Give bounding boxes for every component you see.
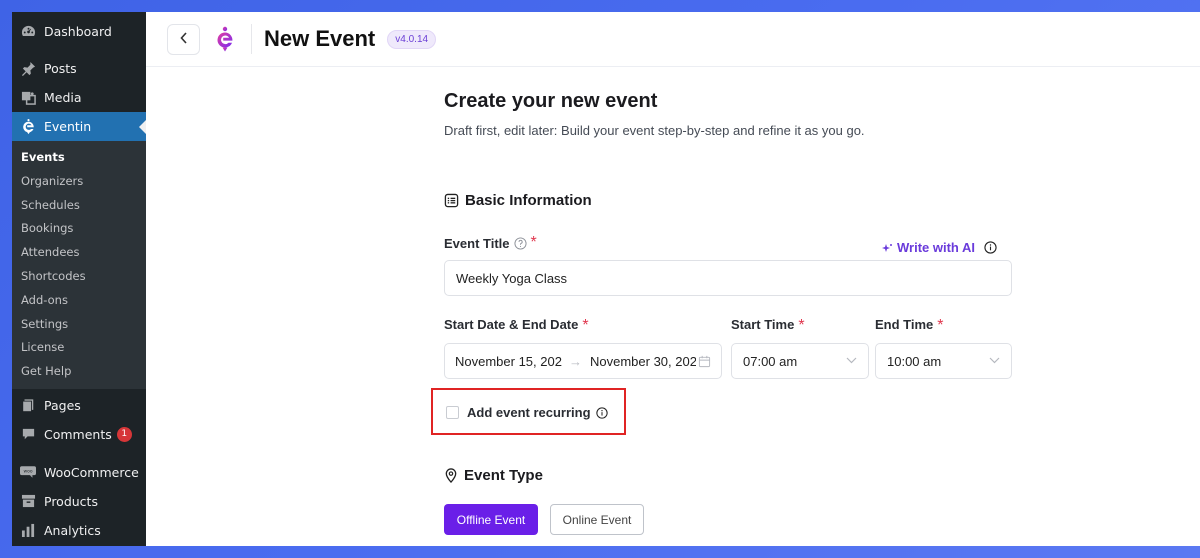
basic-information-section-title: Basic Information xyxy=(444,192,592,209)
required-mark: * xyxy=(530,234,537,251)
comments-count-badge: 1 xyxy=(116,426,132,442)
submenu-item-settings[interactable]: Settings xyxy=(12,313,146,337)
date-label-row: Start Date & End Date * xyxy=(444,317,589,335)
eventin-submenu: Events Organizers Schedules Bookings Att… xyxy=(12,141,146,389)
header-divider xyxy=(251,24,252,54)
sidebar-item-label: Dashboard xyxy=(44,23,112,39)
sidebar-item-dashboard[interactable]: Dashboard xyxy=(12,17,146,45)
form-heading: Create your new event xyxy=(444,90,658,112)
chevron-down-icon xyxy=(846,355,857,367)
sidebar-item-analytics[interactable]: Analytics xyxy=(12,516,146,545)
section-title-text: Event Type xyxy=(464,467,543,484)
event-title-label-row: Event Title * xyxy=(444,234,537,252)
sidebar-item-eventin[interactable]: Eventin xyxy=(12,112,146,141)
event-title-label: Event Title xyxy=(444,235,510,251)
eventin-logo-icon xyxy=(212,24,238,54)
submenu-item-events[interactable]: Events xyxy=(12,146,146,170)
submenu-item-bookings[interactable]: Bookings xyxy=(12,217,146,241)
end-date-value[interactable]: November 30, 202 xyxy=(590,354,696,369)
calendar-icon[interactable] xyxy=(698,355,711,368)
sidebar-item-label: Analytics xyxy=(44,522,101,538)
event-type-section-title: Event Type xyxy=(444,467,543,484)
list-icon xyxy=(444,193,459,208)
date-range-picker[interactable]: November 15, 202 → November 30, 202 xyxy=(444,343,722,379)
media-icon xyxy=(19,89,37,107)
sidebar-item-posts[interactable]: Posts xyxy=(12,54,146,83)
sidebar-item-label: Eventin xyxy=(44,119,92,134)
event-type-buttons: Offline Event Online Event xyxy=(444,504,644,535)
end-time-value: 10:00 am xyxy=(887,353,942,369)
write-with-ai-label: Write with AI xyxy=(897,240,975,255)
sidebar-item-label: Products xyxy=(44,493,98,509)
location-pin-icon xyxy=(444,468,458,483)
event-title-value: Weekly Yoga Class xyxy=(456,270,568,286)
sidebar-item-label: Pages xyxy=(44,397,81,413)
start-time-value: 07:00 am xyxy=(743,353,798,369)
end-time-select[interactable]: 10:00 am xyxy=(875,343,1012,379)
date-range-arrow: → xyxy=(569,353,582,369)
form-subtitle: Draft first, edit later: Build your even… xyxy=(444,123,865,138)
sidebar-item-comments[interactable]: Comments 1 xyxy=(12,420,146,449)
write-with-ai-link[interactable]: Write with AI xyxy=(882,240,997,255)
analytics-icon xyxy=(19,521,37,539)
admin-sidebar: Dashboard Posts Media Eventin Events Org… xyxy=(12,12,146,546)
dashboard-icon xyxy=(19,22,37,40)
offline-event-button[interactable]: Offline Event xyxy=(444,504,538,535)
sidebar-item-label: Media xyxy=(44,90,82,105)
sidebar-item-woocommerce[interactable]: woo WooCommerce xyxy=(12,458,146,487)
start-time-select[interactable]: 07:00 am xyxy=(731,343,869,379)
submenu-item-schedules[interactable]: Schedules xyxy=(12,194,146,218)
end-time-label: End Time xyxy=(875,317,934,332)
header-bar: New Event v4.0.14 xyxy=(146,12,1200,67)
sidebar-item-label: Comments xyxy=(44,426,112,442)
sidebar-item-pages[interactable]: Pages xyxy=(12,391,146,420)
section-title-text: Basic Information xyxy=(465,192,592,209)
start-time-label: Start Time xyxy=(731,317,795,332)
sidebar-item-label: Posts xyxy=(44,61,77,76)
submenu-item-get-help[interactable]: Get Help xyxy=(12,360,146,384)
woocommerce-icon: woo xyxy=(19,463,37,481)
online-event-button[interactable]: Online Event xyxy=(550,504,644,535)
chevron-left-icon xyxy=(179,31,188,47)
submenu-item-shortcodes[interactable]: Shortcodes xyxy=(12,265,146,289)
event-title-input[interactable]: Weekly Yoga Class xyxy=(444,260,1012,296)
version-badge: v4.0.14 xyxy=(387,29,437,49)
submenu-item-attendees[interactable]: Attendees xyxy=(12,241,146,265)
main-content: New Event v4.0.14 Create your new event … xyxy=(146,12,1200,546)
required-mark: * xyxy=(937,317,944,334)
sidebar-item-media[interactable]: Media xyxy=(12,83,146,112)
sparkle-icon xyxy=(882,243,892,253)
comments-icon xyxy=(19,425,37,443)
start-date-value[interactable]: November 15, 202 xyxy=(455,354,563,369)
submenu-item-organizers[interactable]: Organizers xyxy=(12,170,146,194)
app-window: Dashboard Posts Media Eventin Events Org… xyxy=(12,12,1200,546)
sidebar-item-products[interactable]: Products xyxy=(12,487,146,516)
date-range-label: Start Date & End Date xyxy=(444,317,579,332)
sidebar-item-label: WooCommerce xyxy=(44,464,139,480)
products-icon xyxy=(19,492,37,510)
pin-icon xyxy=(19,60,37,78)
info-icon[interactable] xyxy=(984,241,997,254)
start-time-label-row: Start Time * xyxy=(731,317,805,335)
create-event-form: Create your new event Draft first, edit … xyxy=(444,90,1014,535)
submenu-item-license[interactable]: License xyxy=(12,336,146,360)
page-title: New Event xyxy=(264,26,376,51)
back-button[interactable] xyxy=(167,23,200,55)
eventin-icon xyxy=(19,118,37,136)
pages-icon xyxy=(19,396,37,414)
end-time-label-row: End Time * xyxy=(875,317,944,335)
chevron-down-icon xyxy=(989,355,1000,367)
highlight-annotation-box xyxy=(431,388,626,435)
help-circle-icon[interactable] xyxy=(513,236,527,250)
required-mark: * xyxy=(798,317,805,334)
submenu-item-add-ons[interactable]: Add-ons xyxy=(12,289,146,313)
required-mark: * xyxy=(582,317,589,334)
svg-text:woo: woo xyxy=(23,470,32,475)
